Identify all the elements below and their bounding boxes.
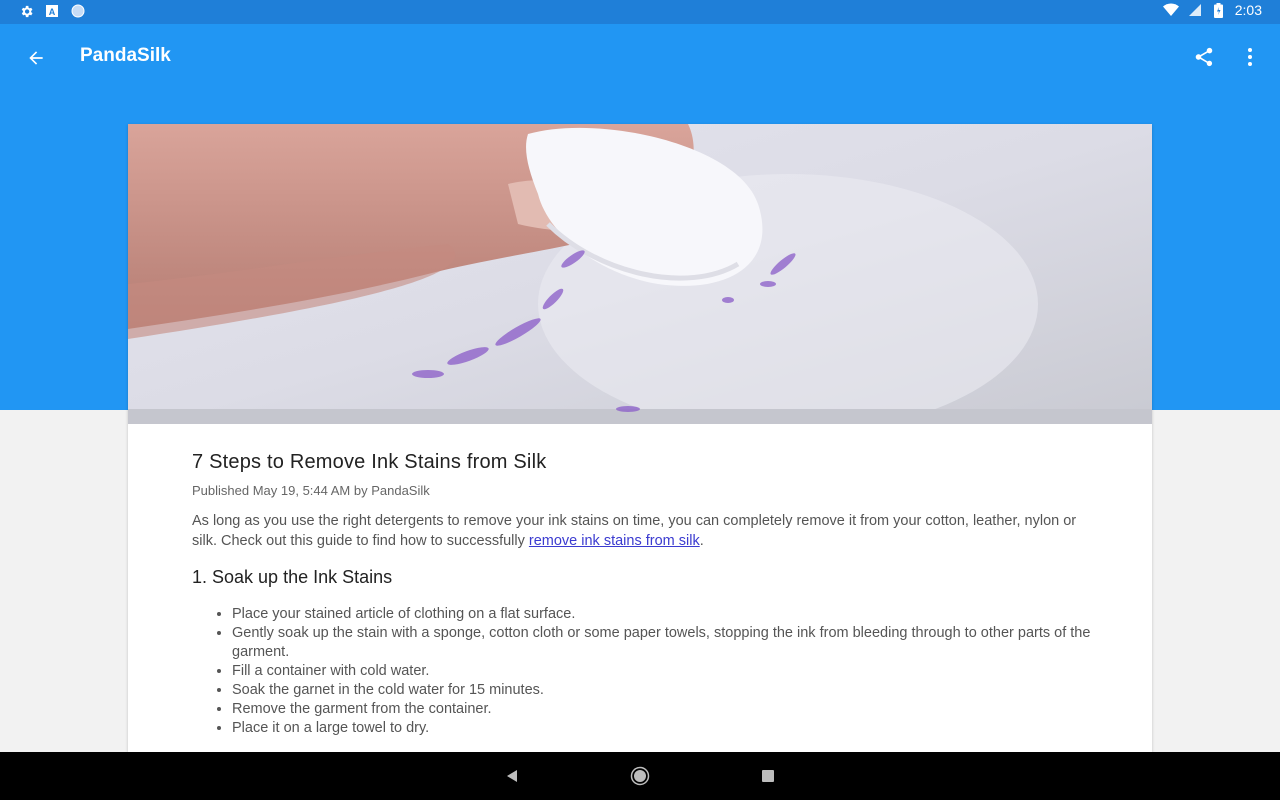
- article-body: 7 Steps to Remove Ink Stains from Silk P…: [192, 451, 1092, 738]
- intro-text-end: .: [699, 533, 704, 549]
- list-item: Place your stained article of clothing o…: [232, 605, 1092, 624]
- list-item: Place it on a large towel to dry.: [232, 719, 1092, 738]
- article-meta: Published May 19, 5:44 AM by PandaSilk: [192, 483, 430, 498]
- triangle-back-icon: [507, 770, 517, 782]
- intro-link[interactable]: remove ink stains from silk: [529, 533, 700, 549]
- share-icon: [1195, 47, 1213, 67]
- home-circle-icon: [630, 766, 650, 786]
- nav-home-button[interactable]: [628, 764, 652, 788]
- square-recents-icon: [762, 770, 774, 782]
- share-button[interactable]: [1190, 43, 1218, 71]
- gear-icon: [18, 3, 34, 19]
- back-button[interactable]: [22, 44, 50, 72]
- app-title: PandaSilk: [80, 45, 171, 66]
- navigation-bar: [0, 752, 1280, 800]
- list-item: Fill a container with cold water.: [232, 662, 1092, 681]
- battery-icon: [1211, 2, 1227, 18]
- a-icon: A: [44, 3, 60, 19]
- article-intro: As long as you use the right detergents …: [192, 511, 1092, 551]
- steps-list: Place your stained article of clothing o…: [192, 605, 1092, 738]
- arrow-back-icon: [29, 51, 43, 65]
- wifi-icon: [1162, 2, 1179, 18]
- nav-recents-button[interactable]: [756, 764, 780, 788]
- hero-image: [128, 124, 1152, 424]
- section-title: 1. Soak up the Ink Stains: [192, 567, 393, 587]
- article-card: 7 Steps to Remove Ink Stains from Silk P…: [128, 124, 1152, 752]
- list-item: Soak the garnet in the cold water for 15…: [232, 681, 1092, 700]
- list-item: Remove the garment from the container.: [232, 700, 1092, 719]
- status-time: 2:03: [1234, 2, 1262, 18]
- circle-icon: [70, 3, 86, 19]
- status-bar: A 2:03: [0, 0, 1280, 24]
- article-title: 7 Steps to Remove Ink Stains from Silk: [192, 451, 547, 473]
- svg-text:A: A: [49, 7, 56, 17]
- more-options-button[interactable]: [1238, 43, 1262, 71]
- signal-icon: [1187, 2, 1203, 18]
- list-item: Gently soak up the stain with a sponge, …: [232, 624, 1092, 662]
- more-vert-icon: [1248, 48, 1252, 66]
- nav-back-button[interactable]: [500, 764, 524, 788]
